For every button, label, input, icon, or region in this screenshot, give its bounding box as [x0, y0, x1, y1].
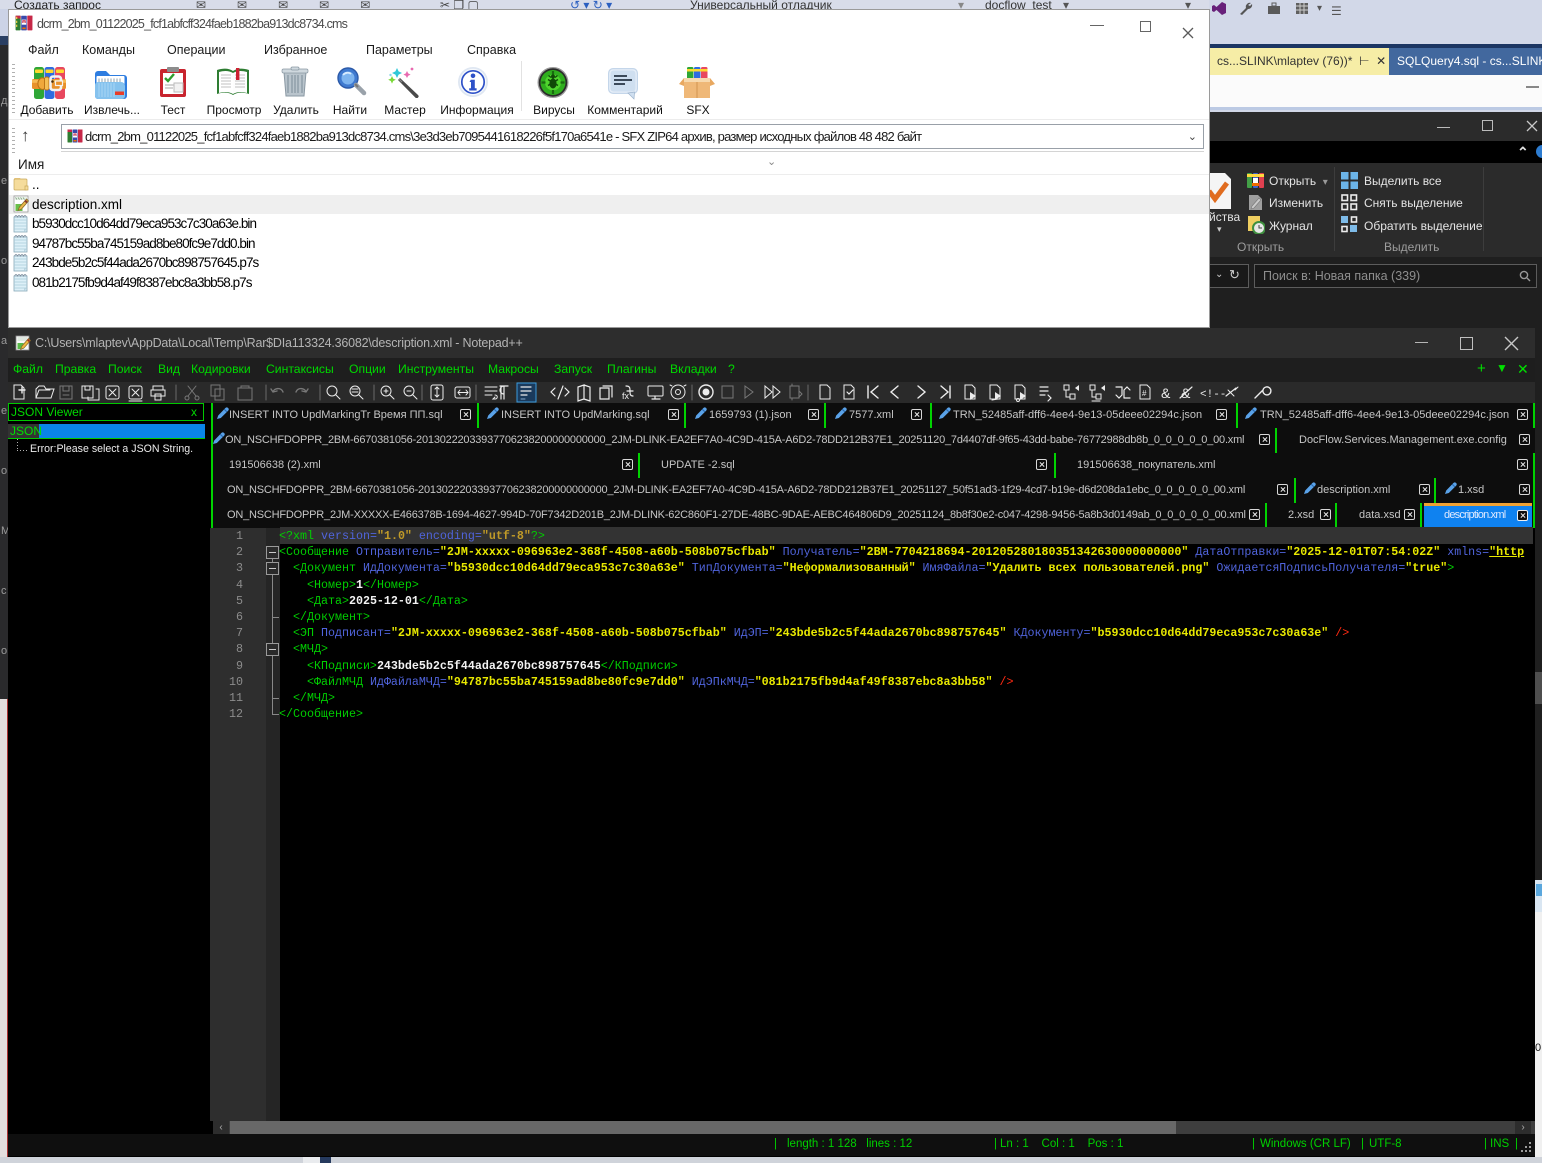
svg-text:<!--: <!-- [1200, 389, 1226, 401]
svg-text:fx: fx [622, 391, 630, 401]
svg-text:&: & [1161, 385, 1171, 401]
svg-text:#: # [1142, 389, 1147, 398]
